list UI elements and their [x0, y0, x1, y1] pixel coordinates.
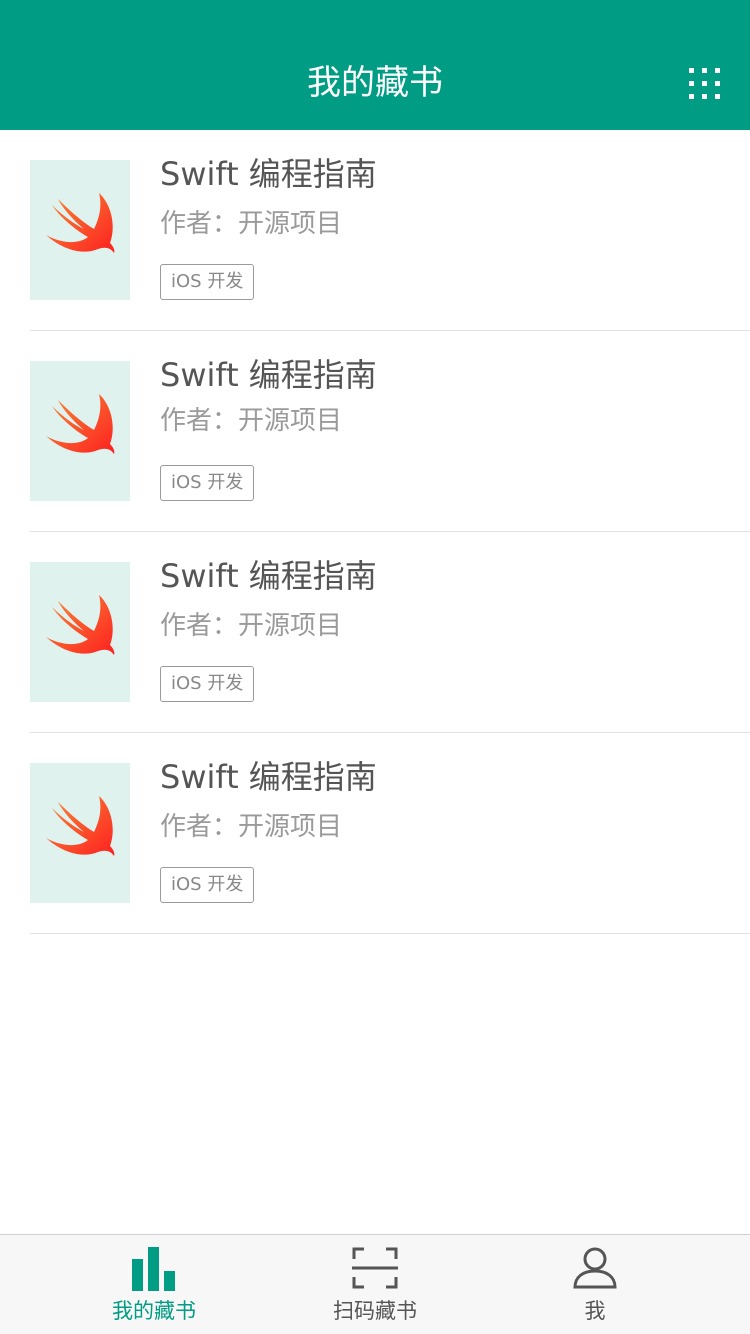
book-list-item[interactable]: Swift 编程指南 作者：开源项目 iOS 开发 — [30, 130, 750, 331]
bar-chart-icon — [132, 1247, 176, 1295]
book-author: 作者：开源项目 — [160, 611, 343, 641]
tab-label: 我 — [584, 1299, 606, 1323]
scan-icon — [352, 1247, 398, 1293]
book-author: 作者：开源项目 — [160, 812, 343, 842]
book-cover — [30, 562, 130, 702]
book-tag: iOS 开发 — [160, 867, 255, 903]
book-list-item[interactable]: Swift 编程指南 作者：开源项目 iOS 开发 — [30, 733, 750, 934]
tab-me[interactable]: 我 — [515, 1235, 675, 1334]
book-list-item[interactable]: Swift 编程指南 作者：开源项目 iOS 开发 — [30, 331, 750, 532]
tab-label: 我的藏书 — [112, 1299, 196, 1323]
book-title: Swift 编程指南 — [160, 155, 377, 193]
book-list-item[interactable]: Swift 编程指南 作者：开源项目 iOS 开发 — [30, 532, 750, 733]
book-tag: iOS 开发 — [160, 666, 255, 702]
book-tag: iOS 开发 — [160, 264, 255, 300]
page-title: 我的藏书 — [307, 63, 443, 103]
book-title: Swift 编程指南 — [160, 356, 377, 394]
swift-logo-icon — [46, 796, 115, 856]
book-title: Swift 编程指南 — [160, 758, 377, 796]
user-icon — [573, 1247, 617, 1293]
nav-header: 我的藏书 — [0, 0, 750, 130]
book-author: 作者：开源项目 — [160, 209, 343, 239]
swift-logo-icon — [46, 595, 115, 655]
book-title: Swift 编程指南 — [160, 557, 377, 595]
tab-label: 扫码藏书 — [333, 1299, 417, 1323]
book-tag: iOS 开发 — [160, 465, 255, 501]
book-author: 作者：开源项目 — [160, 406, 343, 436]
grid-icon[interactable] — [689, 68, 720, 99]
tab-my-books[interactable]: 我的藏书 — [74, 1235, 234, 1334]
book-cover — [30, 160, 130, 300]
book-list: Swift 编程指南 作者：开源项目 iOS 开发 Swift 编程指南 作者：… — [0, 130, 750, 934]
tab-scan-books[interactable]: 扫码藏书 — [295, 1235, 455, 1334]
swift-logo-icon — [46, 394, 115, 454]
app-root: 我的藏书 Swift 编程指南 作者：开源项目 iOS 开发 Swift 编程指… — [0, 0, 750, 1334]
tab-bar: 我的藏书 扫码藏书 我 — [0, 1234, 750, 1334]
book-cover — [30, 763, 130, 903]
swift-logo-icon — [46, 193, 115, 253]
book-cover — [30, 361, 130, 501]
